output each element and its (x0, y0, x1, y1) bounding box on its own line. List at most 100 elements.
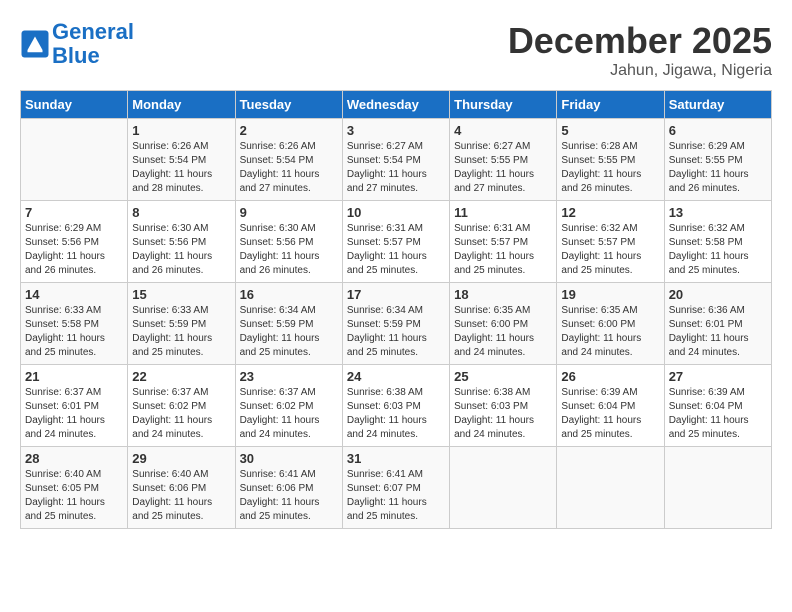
day-number: 20 (669, 287, 767, 302)
day-info: Sunrise: 6:39 AMSunset: 6:04 PMDaylight:… (561, 386, 659, 442)
day-info: Sunrise: 6:36 AMSunset: 6:01 PMDaylight:… (669, 304, 767, 360)
day-header-thursday: Thursday (450, 91, 557, 119)
calendar-cell: 23 Sunrise: 6:37 AMSunset: 6:02 PMDayligh… (235, 365, 342, 447)
day-number: 27 (669, 369, 767, 384)
logo-line2: Blue (52, 43, 100, 68)
calendar-cell: 15Sunrise: 6:33 AMSunset: 5:59 PMDayligh… (128, 283, 235, 365)
day-info: Sunrise: 6:39 AMSunset: 6:04 PMDaylight:… (669, 386, 767, 442)
day-number: 8 (132, 205, 230, 220)
day-number: 16 (240, 287, 338, 302)
calendar-cell: 28 Sunrise: 6:40 AMSunset: 6:05 PMDayligh… (21, 447, 128, 529)
day-number: 14 (25, 287, 123, 302)
day-number: 26 (561, 369, 659, 384)
day-number: 2 (240, 123, 338, 138)
day-header-sunday: Sunday (21, 91, 128, 119)
day-number: 11 (454, 205, 552, 220)
day-info: Sunrise: 6:35 AMSunset: 6:00 PMDaylight:… (561, 304, 659, 360)
calendar-cell: 25 Sunrise: 6:38 AMSunset: 6:03 PMDayligh… (450, 365, 557, 447)
calendar-cell: 7Sunrise: 6:29 AMSunset: 5:56 PMDaylight… (21, 201, 128, 283)
day-header-wednesday: Wednesday (342, 91, 449, 119)
day-info: Sunrise: 6:37 AMSunset: 6:02 PMDaylight:… (132, 386, 230, 442)
day-info: Sunrise: 6:38 AMSunset: 6:03 PMDaylight:… (454, 386, 552, 442)
calendar-cell: 13 Sunrise: 6:32 AMSunset: 5:58 PMDayligh… (664, 201, 771, 283)
day-info: Sunrise: 6:26 AMSunset: 5:54 PMDaylight:… (132, 140, 230, 196)
logo-icon (20, 29, 50, 59)
day-header-saturday: Saturday (664, 91, 771, 119)
day-info: Sunrise: 6:26 AMSunset: 5:54 PMDaylight:… (240, 140, 338, 196)
calendar-cell: 14 Sunrise: 6:33 AMSunset: 5:58 PMDayligh… (21, 283, 128, 365)
day-number: 13 (669, 205, 767, 220)
day-info: Sunrise: 6:27 AMSunset: 5:55 PMDaylight:… (454, 140, 552, 196)
day-info: Sunrise: 6:40 AMSunset: 6:05 PMDaylight:… (25, 468, 123, 524)
day-number: 31 (347, 451, 445, 466)
day-info: Sunrise: 6:35 AMSunset: 6:00 PMDaylight:… (454, 304, 552, 360)
calendar-cell: 19 Sunrise: 6:35 AMSunset: 6:00 PMDayligh… (557, 283, 664, 365)
location: Jahun, Jigawa, Nigeria (508, 62, 772, 80)
calendar-cell: 31 Sunrise: 6:41 AMSunset: 6:07 PMDayligh… (342, 447, 449, 529)
calendar-table: SundayMondayTuesdayWednesdayThursdayFrid… (20, 90, 772, 529)
calendar-body: 1 Sunrise: 6:26 AMSunset: 5:54 PMDaylight… (21, 119, 772, 529)
calendar-cell: 24Sunrise: 6:38 AMSunset: 6:03 PMDayligh… (342, 365, 449, 447)
day-info: Sunrise: 6:30 AMSunset: 5:56 PMDaylight:… (240, 222, 338, 278)
logo-line1: General (52, 19, 134, 44)
day-info: Sunrise: 6:41 AMSunset: 6:07 PMDaylight:… (347, 468, 445, 524)
calendar-cell (664, 447, 771, 529)
day-info: Sunrise: 6:30 AMSunset: 5:56 PMDaylight:… (132, 222, 230, 278)
day-info: Sunrise: 6:31 AMSunset: 5:57 PMDaylight:… (347, 222, 445, 278)
day-number: 28 (25, 451, 123, 466)
day-number: 29 (132, 451, 230, 466)
month-title: December 2025 (508, 20, 772, 62)
day-info: Sunrise: 6:34 AMSunset: 5:59 PMDaylight:… (240, 304, 338, 360)
day-number: 1 (132, 123, 230, 138)
day-info: Sunrise: 6:33 AMSunset: 5:58 PMDaylight:… (25, 304, 123, 360)
day-number: 15 (132, 287, 230, 302)
calendar-cell: 9Sunrise: 6:30 AMSunset: 5:56 PMDaylight… (235, 201, 342, 283)
calendar-cell (557, 447, 664, 529)
calendar-cell: 29 Sunrise: 6:40 AMSunset: 6:06 PMDayligh… (128, 447, 235, 529)
day-header-monday: Monday (128, 91, 235, 119)
day-number: 24 (347, 369, 445, 384)
week-row-2: 7Sunrise: 6:29 AMSunset: 5:56 PMDaylight… (21, 201, 772, 283)
day-number: 18 (454, 287, 552, 302)
day-number: 10 (347, 205, 445, 220)
week-row-1: 1 Sunrise: 6:26 AMSunset: 5:54 PMDaylight… (21, 119, 772, 201)
calendar-cell: 17 Sunrise: 6:34 AMSunset: 5:59 PMDayligh… (342, 283, 449, 365)
calendar-cell: 11 Sunrise: 6:31 AMSunset: 5:57 PMDayligh… (450, 201, 557, 283)
week-row-4: 21Sunrise: 6:37 AMSunset: 6:01 PMDayligh… (21, 365, 772, 447)
header-row: SundayMondayTuesdayWednesdayThursdayFrid… (21, 91, 772, 119)
logo: General Blue (20, 20, 134, 68)
day-number: 30 (240, 451, 338, 466)
calendar-cell: 10 Sunrise: 6:31 AMSunset: 5:57 PMDayligh… (342, 201, 449, 283)
calendar-cell: 8 Sunrise: 6:30 AMSunset: 5:56 PMDaylight… (128, 201, 235, 283)
day-number: 19 (561, 287, 659, 302)
logo-text: General Blue (52, 20, 134, 68)
day-number: 7 (25, 205, 123, 220)
day-info: Sunrise: 6:34 AMSunset: 5:59 PMDaylight:… (347, 304, 445, 360)
week-row-3: 14 Sunrise: 6:33 AMSunset: 5:58 PMDayligh… (21, 283, 772, 365)
day-number: 22 (132, 369, 230, 384)
day-number: 17 (347, 287, 445, 302)
calendar-cell: 21Sunrise: 6:37 AMSunset: 6:01 PMDayligh… (21, 365, 128, 447)
calendar-cell: 18 Sunrise: 6:35 AMSunset: 6:00 PMDayligh… (450, 283, 557, 365)
day-header-tuesday: Tuesday (235, 91, 342, 119)
day-number: 3 (347, 123, 445, 138)
calendar-cell (450, 447, 557, 529)
calendar-cell: 30 Sunrise: 6:41 AMSunset: 6:06 PMDayligh… (235, 447, 342, 529)
day-info: Sunrise: 6:31 AMSunset: 5:57 PMDaylight:… (454, 222, 552, 278)
day-number: 23 (240, 369, 338, 384)
calendar-cell: 12Sunrise: 6:32 AMSunset: 5:57 PMDayligh… (557, 201, 664, 283)
calendar-cell (21, 119, 128, 201)
day-info: Sunrise: 6:41 AMSunset: 6:06 PMDaylight:… (240, 468, 338, 524)
calendar-cell: 1 Sunrise: 6:26 AMSunset: 5:54 PMDaylight… (128, 119, 235, 201)
page-header: General Blue December 2025 Jahun, Jigawa… (20, 20, 772, 80)
day-number: 21 (25, 369, 123, 384)
week-row-5: 28 Sunrise: 6:40 AMSunset: 6:05 PMDayligh… (21, 447, 772, 529)
day-header-friday: Friday (557, 91, 664, 119)
calendar-cell: 3Sunrise: 6:27 AMSunset: 5:54 PMDaylight… (342, 119, 449, 201)
day-info: Sunrise: 6:37 AMSunset: 6:02 PMDaylight:… (240, 386, 338, 442)
day-info: Sunrise: 6:32 AMSunset: 5:58 PMDaylight:… (669, 222, 767, 278)
calendar-cell: 27 Sunrise: 6:39 AMSunset: 6:04 PMDayligh… (664, 365, 771, 447)
day-number: 25 (454, 369, 552, 384)
title-block: December 2025 Jahun, Jigawa, Nigeria (508, 20, 772, 80)
day-info: Sunrise: 6:40 AMSunset: 6:06 PMDaylight:… (132, 468, 230, 524)
